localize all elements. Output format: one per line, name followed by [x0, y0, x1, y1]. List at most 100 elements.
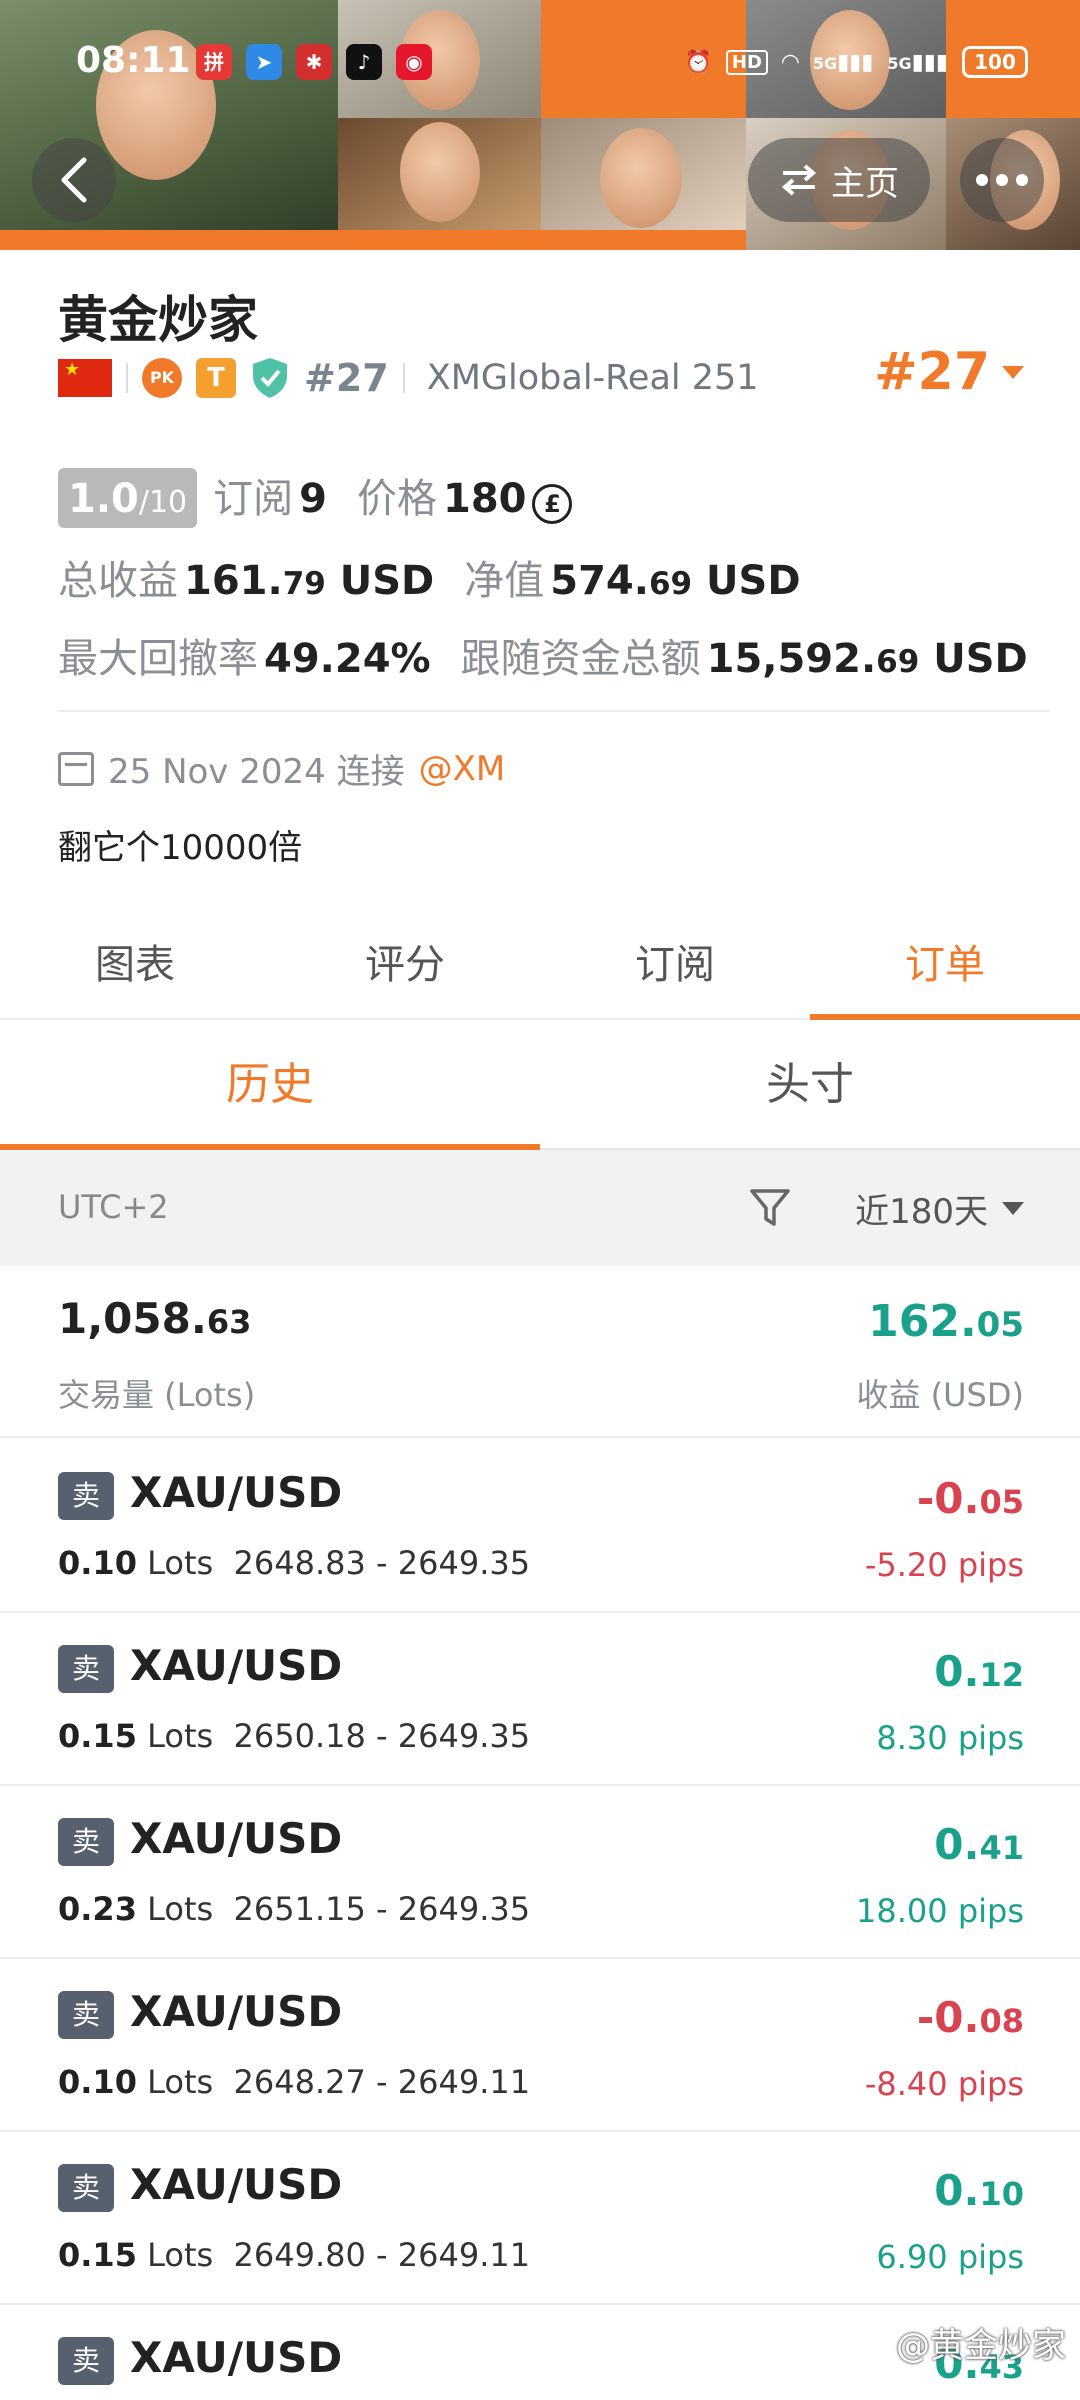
status-time: 08:11	[76, 40, 191, 81]
sell-badge: 卖	[58, 2337, 114, 2385]
back-button[interactable]	[32, 138, 116, 222]
order-detail: 0.15 Lots 2649.80 - 2649.11	[58, 2236, 530, 2274]
total-profit-int: 161.	[184, 558, 283, 604]
dropdown-triangle-icon	[1002, 365, 1024, 379]
order-row[interactable]: 卖 XAU/USD 0.10 Lots 2648.27 - 2649.11 -0…	[0, 1959, 1080, 2132]
order-lots: 0.10	[58, 1544, 137, 1582]
order-row[interactable]: 卖 XAU/USD 0.10 Lots 2648.83 - 2649.35 -0…	[0, 1440, 1080, 1613]
tab-chart[interactable]: 图表	[0, 920, 270, 1018]
order-profit: 0.41	[934, 1820, 1024, 1869]
range-dropdown[interactable]: 近180天	[855, 1184, 1024, 1233]
summary-profit-value: 162.05	[868, 1296, 1024, 1347]
volume-dec: 63	[206, 1303, 252, 1341]
order-profit-dec: 05	[979, 1483, 1024, 1521]
rating-row: 1.0/10 订阅 9 价格 180 £	[58, 466, 573, 528]
tab-subscribe[interactable]: 订阅	[540, 920, 810, 1018]
tab-orders[interactable]: 订单	[810, 920, 1080, 1020]
order-prices: 2648.27 - 2649.11	[233, 2063, 531, 2101]
lots-unit: Lots	[136, 2063, 214, 2101]
back-arrow-icon	[61, 157, 87, 203]
order-pips: 18.00 pips	[856, 1892, 1024, 1930]
order-pips: -8.40 pips	[864, 2065, 1024, 2103]
order-prices: 2650.18 - 2649.35	[233, 1717, 531, 1755]
notification-app-icon: 拼	[196, 44, 232, 80]
tab-rating[interactable]: 评分	[270, 920, 540, 1018]
drawdown-row: 最大回撤率 49.24% 跟随资金总额 15,592.69 USD	[58, 626, 1028, 684]
order-symbol: XAU/USD	[130, 1641, 343, 1690]
banner-face	[600, 128, 682, 228]
order-lots: 0.15	[58, 2236, 137, 2274]
total-profit-value: 161.79 USD	[184, 558, 434, 604]
t-badge-icon: T	[196, 358, 236, 398]
hd-icon: HD	[725, 49, 768, 75]
broker-link[interactable]: @XM	[419, 749, 506, 789]
order-pips: 6.90 pips	[876, 2238, 1024, 2276]
order-profit-int: 0.	[934, 1647, 980, 1696]
order-profit: -0.08	[917, 1993, 1024, 2042]
home-button[interactable]: 主页	[748, 138, 930, 222]
order-prices: 2651.15 - 2649.35	[233, 1890, 531, 1928]
sell-badge: 卖	[58, 1818, 114, 1866]
order-row[interactable]: 卖 XAU/USD 0.15 Lots 2649.80 - 2649.11 0.…	[0, 2132, 1080, 2305]
banner-strip	[0, 230, 746, 250]
status-indicators: ⏰ HD ◠ 5G▮▮▮ 5G▮▮▮ 100	[684, 42, 1028, 82]
order-lots: 0.10	[58, 2063, 137, 2101]
order-lots: 0.15	[58, 1717, 137, 1755]
status-bar: 08:11 拼 ➤ ✱ ♪ ◉ ⏰ HD ◠ 5G▮▮▮ 5G▮▮▮ 100	[0, 0, 1080, 120]
order-pips: -5.20 pips	[864, 1546, 1024, 1584]
subscribe-count: 9	[299, 476, 327, 522]
follow-int: 15,592.	[706, 636, 877, 682]
subtab-history[interactable]: 历史	[0, 1020, 540, 1150]
weibo-icon: ◉	[396, 44, 432, 80]
lots-unit: Lots	[136, 1544, 214, 1582]
rating-max: /10	[138, 485, 188, 520]
equity-label: 净值	[464, 558, 545, 604]
lots-unit: Lots	[136, 1890, 214, 1928]
order-detail: 0.15 Lots 2650.18 - 2649.35	[58, 1717, 530, 1755]
equity-unit: USD	[692, 558, 801, 604]
drawdown-value: 49.24%	[264, 636, 431, 682]
signal-icon: 5G▮▮▮	[812, 49, 874, 75]
filter-icon[interactable]	[748, 1186, 792, 1230]
order-subtabs: 历史 头寸	[0, 1020, 1080, 1150]
follow-label: 跟随资金总额	[460, 636, 701, 682]
equity-int: 574.	[550, 558, 649, 604]
subtab-positions[interactable]: 头寸	[540, 1020, 1080, 1148]
telegram-icon: ➤	[246, 44, 282, 80]
follow-dec: 69	[876, 644, 920, 680]
swap-icon	[781, 164, 817, 196]
volume-label: 交易量 (Lots)	[58, 1376, 256, 1414]
order-detail: 0.10 Lots 2648.27 - 2649.11	[58, 2063, 530, 2101]
order-row[interactable]: 卖 XAU/USD 0.15 Lots 2650.18 - 2649.35 0.…	[0, 1613, 1080, 1786]
summary-profit-dec: 05	[976, 1305, 1024, 1345]
rating-badge: 1.0/10	[58, 468, 198, 528]
total-profit-dec: 79	[282, 566, 326, 602]
more-button[interactable]	[960, 138, 1044, 222]
rank-label: #27	[304, 356, 389, 400]
divider	[126, 363, 128, 393]
joined-row: 25 Nov 2024 连接 @XM	[58, 744, 505, 793]
rating-value: 1.0	[68, 476, 139, 522]
rank-dropdown[interactable]: #27	[874, 342, 1024, 402]
profit-row: 总收益 161.79 USD 净值 574.69 USD	[58, 548, 801, 606]
divider	[402, 363, 405, 393]
order-detail: 0.10 Lots 2648.83 - 2649.35	[58, 1544, 530, 1582]
equity-dec: 69	[648, 566, 693, 602]
wifi-icon: ◠	[781, 49, 799, 75]
order-row[interactable]: 卖 XAU/USD 0.23 Lots 2651.15 - 2649.35 0.…	[0, 1786, 1080, 1959]
calendar-icon	[58, 751, 94, 786]
news-app-icon: ✱	[296, 44, 332, 80]
order-prices: 2649.80 - 2649.11	[233, 2236, 531, 2274]
pk-badge-icon: PK	[142, 358, 182, 398]
signal-label: 5G	[887, 53, 912, 73]
order-symbol: XAU/USD	[130, 2333, 343, 2382]
order-list: 卖 XAU/USD 0.10 Lots 2648.83 - 2649.35 -0…	[0, 1440, 1080, 2400]
order-symbol: XAU/USD	[130, 2160, 343, 2209]
lots-unit: Lots	[136, 2236, 214, 2274]
broker-account: XMGlobal-Real 251	[426, 358, 759, 398]
dropdown-triangle-icon	[1002, 1202, 1024, 1215]
price-label: 价格	[356, 476, 437, 522]
follow-value: 15,592.69 USD	[707, 636, 1028, 682]
order-lots: 0.23	[58, 1890, 137, 1928]
order-profit-int: 0.	[934, 1820, 980, 1869]
